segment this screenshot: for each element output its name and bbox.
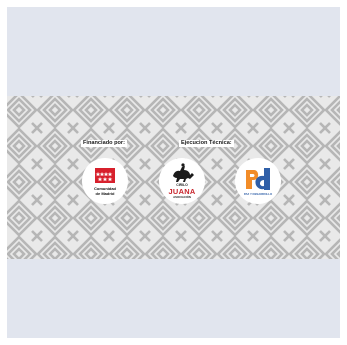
comunidad-line2: de Madrid <box>95 190 115 196</box>
cirilo-juana-logo: CIRILO JUANA ASOCIACIÓN <box>159 158 205 204</box>
funded-by-label: Financiado por: <box>81 140 127 147</box>
page-background: Financiado por: Ejecucion Técnica: Comun… <box>7 7 340 338</box>
pd-monogram-icon <box>246 168 270 190</box>
pd-caption: PAZ Y DESARROLLO <box>243 192 273 196</box>
technical-execution-label: Ejecucion Técnica: <box>179 140 234 147</box>
comunidad-de-madrid-logo: Comunidad de Madrid <box>82 158 128 204</box>
sponsor-banner: Financiado por: Ejecucion Técnica: Comun… <box>7 96 340 259</box>
asociacion-text: ASOCIACIÓN <box>173 194 191 199</box>
paz-y-desarrollo-logo: PAZ Y DESARROLLO <box>235 158 281 204</box>
madrid-flag-icon <box>95 168 115 183</box>
